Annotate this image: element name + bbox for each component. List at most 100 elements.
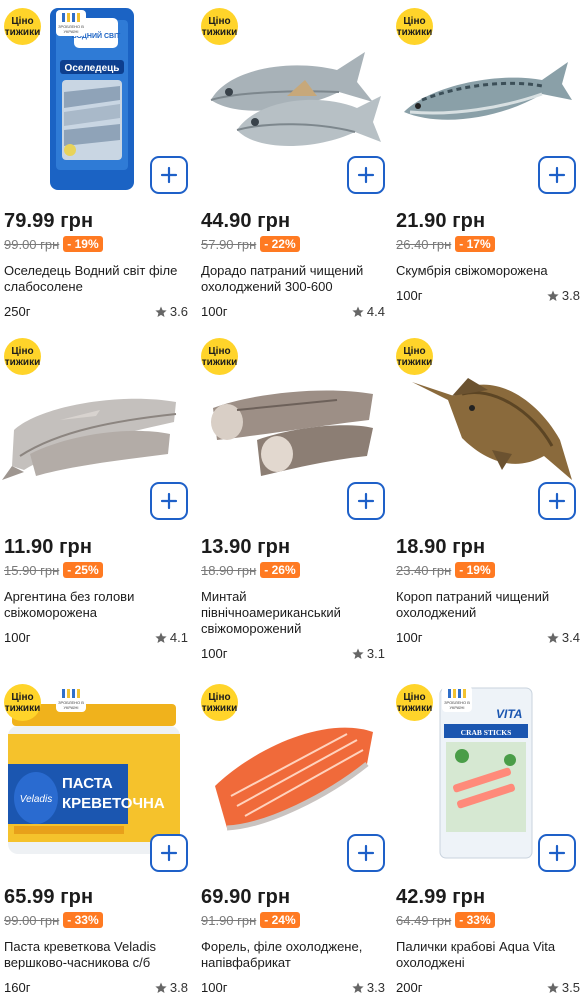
star-icon <box>547 632 559 643</box>
product-weight: 100г <box>201 646 228 661</box>
jar-text-2: КРЕВЕТОЧНА <box>62 795 165 812</box>
product-price: 11.90 грн <box>4 536 93 558</box>
discount-badge: - 19% <box>455 562 495 578</box>
product-rating: 4.1 <box>155 630 188 645</box>
product-name[interactable]: Оселедець Водний світ філе слабосолене <box>4 263 186 295</box>
product-price: 79.99 грн <box>4 210 94 232</box>
made-in-ukraine-icon: ЗРОБЛЕНО В УКРАЇНІ <box>56 686 86 712</box>
product-rating: 3.1 <box>352 646 385 661</box>
made-in-ukraine-icon: ЗРОБЛЕНО В УКРАЇНІ <box>56 10 86 36</box>
pack-label: CRAB STICKS <box>461 728 512 737</box>
discount-badge: - 22% <box>260 236 300 252</box>
star-icon <box>155 982 167 993</box>
product-card[interactable]: VITA CRAB STICKS Ціно тижики ЗРОБЛЕНО В У… <box>392 676 580 1000</box>
old-price: 99.00 грн <box>4 912 60 928</box>
made-in-ukraine-icon: ЗРОБЛЕНО В УКРАЇНІ <box>442 686 472 712</box>
product-weight: 100г <box>201 980 228 995</box>
star-icon <box>547 290 559 301</box>
product-price: 69.90 грн <box>201 886 291 908</box>
price-badge: Ціно тижики <box>201 338 238 375</box>
product-name[interactable]: Скумбрія свіжоморожена <box>396 263 578 279</box>
star-icon <box>155 306 167 317</box>
old-price: 15.90 грн <box>4 562 60 578</box>
product-name[interactable]: Дорадо патраний чищений охолоджений 300-… <box>201 263 383 295</box>
product-name[interactable]: Форель, філе охолоджене, напівфабрикат <box>201 939 383 971</box>
product-card[interactable]: Ціно тижики 69.90 грн 91.90 грн - 24% Фор… <box>197 676 385 1000</box>
product-price: 44.90 грн <box>201 210 291 232</box>
star-icon <box>155 632 167 643</box>
old-price: 91.90 грн <box>201 912 257 928</box>
star-icon <box>547 982 559 993</box>
star-icon <box>352 648 364 659</box>
price-badge: Ціно тижики <box>201 8 238 45</box>
discount-badge: - 17% <box>455 236 495 252</box>
price-badge: Ціно тижики <box>396 338 433 375</box>
plus-icon <box>548 844 566 862</box>
product-price: 13.90 грн <box>201 536 291 558</box>
add-to-cart-button[interactable] <box>347 834 385 872</box>
plus-icon <box>548 166 566 184</box>
product-name[interactable]: Минтай північноамериканський свіжомороже… <box>201 589 351 637</box>
product-weight: 200г <box>396 980 423 995</box>
product-name[interactable]: Аргентина без голови свіжоморожена <box>4 589 186 621</box>
plus-icon <box>357 492 375 510</box>
old-price: 23.40 грн <box>396 562 452 578</box>
old-price: 64.49 грн <box>396 912 452 928</box>
product-price: 65.99 грн <box>4 886 94 908</box>
product-card[interactable]: Ціно тижики 13.90 грн 18.90 грн - 26% Мин… <box>197 330 385 665</box>
star-icon <box>352 306 364 317</box>
product-weight: 100г <box>4 630 31 645</box>
product-rating: 4.4 <box>352 304 385 319</box>
add-to-cart-button[interactable] <box>538 156 576 194</box>
product-card[interactable]: Ціно тижики 21.90 грн 26.40 грн - 17% Ску… <box>392 0 580 330</box>
old-price: 57.90 грн <box>201 236 257 252</box>
product-rating: 3.6 <box>155 304 188 319</box>
product-rating: 3.5 <box>547 980 580 995</box>
product-weight: 160г <box>4 980 31 995</box>
discount-badge: - 26% <box>260 562 300 578</box>
add-to-cart-button[interactable] <box>150 156 188 194</box>
add-to-cart-button[interactable] <box>150 482 188 520</box>
discount-badge: - 33% <box>455 912 495 928</box>
discount-badge: - 25% <box>63 562 103 578</box>
product-weight: 250г <box>4 304 31 319</box>
product-rating: 3.3 <box>352 980 385 995</box>
discount-badge: - 33% <box>63 912 103 928</box>
star-icon <box>352 982 364 993</box>
product-price: 18.90 грн <box>396 536 486 558</box>
product-rating: 3.8 <box>547 288 580 303</box>
add-to-cart-button[interactable] <box>538 834 576 872</box>
discount-badge: - 24% <box>260 912 300 928</box>
jar-brand: Veladis <box>20 794 52 805</box>
price-badge: Ціно тижики <box>396 8 433 45</box>
product-weight: 100г <box>201 304 228 319</box>
product-price: 21.90 грн <box>396 210 486 232</box>
product-card[interactable]: ПАСТА КРЕВЕТОЧНА Veladis Ціно тижики ЗРОБ… <box>0 676 188 1000</box>
product-name[interactable]: Палички крабові Aqua Vita охолоджені <box>396 939 578 971</box>
old-price: 26.40 грн <box>396 236 452 252</box>
product-name[interactable]: Короп патраний чищений охолоджений <box>396 589 578 621</box>
product-name[interactable]: Паста креветкова Veladis вершково-часник… <box>4 939 186 971</box>
plus-icon <box>160 492 178 510</box>
product-weight: 100г <box>396 288 423 303</box>
pack-brand: VITA <box>496 707 522 721</box>
plus-icon <box>357 166 375 184</box>
jar-text-1: ПАСТА <box>62 775 113 792</box>
price-badge: Ціно тижики <box>4 8 41 45</box>
add-to-cart-button[interactable] <box>347 482 385 520</box>
product-card[interactable]: Оселедець ВОДНИЙ СВІТ Ціно тижики ЗРОБЛЕН… <box>0 0 188 330</box>
discount-badge: - 19% <box>63 236 103 252</box>
add-to-cart-button[interactable] <box>150 834 188 872</box>
plus-icon <box>160 844 178 862</box>
product-card[interactable]: Ціно тижики 11.90 грн 15.90 грн - 25% Арг… <box>0 330 188 665</box>
add-to-cart-button[interactable] <box>347 156 385 194</box>
product-card[interactable]: Ціно тижики 18.90 грн 23.40 грн - 19% Кор… <box>392 330 580 665</box>
price-badge: Ціно тижики <box>396 684 433 721</box>
price-badge: Ціно тижики <box>4 338 41 375</box>
add-to-cart-button[interactable] <box>538 482 576 520</box>
old-price: 99.00 грн <box>4 236 60 252</box>
product-rating: 3.8 <box>155 980 188 995</box>
product-card[interactable]: Ціно тижики 44.90 грн 57.90 грн - 22% Дор… <box>197 0 385 330</box>
plus-icon <box>357 844 375 862</box>
product-price: 42.99 грн <box>396 886 486 908</box>
